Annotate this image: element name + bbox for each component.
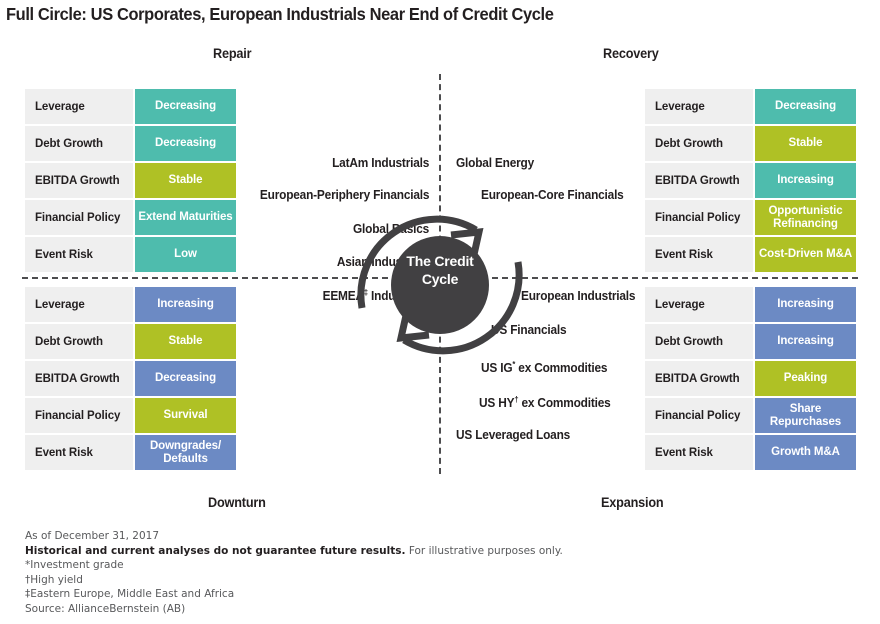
attribute-label: Financial Policy xyxy=(645,200,753,235)
attribute-label: Financial Policy xyxy=(25,398,133,433)
table-row: EBITDA Growth Decreasing xyxy=(25,361,236,396)
table-row: Leverage Decreasing xyxy=(25,89,236,124)
table-row: EBITDA Growth Peaking xyxy=(645,361,856,396)
footnote-disclaimer-bold: Historical and current analyses do not g… xyxy=(25,544,406,557)
attribute-label: Leverage xyxy=(645,89,753,124)
attribute-label: EBITDA Growth xyxy=(645,163,753,198)
attribute-label: EBITDA Growth xyxy=(25,163,133,198)
attribute-table-recovery: Leverage Decreasing Debt Growth Stable EBITD… xyxy=(645,89,856,272)
footnote-high-yield: †High yield xyxy=(25,573,83,586)
attribute-value: Increasing xyxy=(755,324,856,359)
quadrant-caption-downturn: Downturn xyxy=(208,495,266,510)
attribute-label: Leverage xyxy=(25,287,133,322)
attribute-label: Financial Policy xyxy=(645,398,753,433)
us-ig-suffix: ex Commodities xyxy=(515,361,608,375)
attribute-value: Survival xyxy=(135,398,236,433)
attribute-value: Cost-Driven M&A xyxy=(755,237,856,272)
attribute-value: Stable xyxy=(135,163,236,198)
attribute-value: Decreasing xyxy=(135,89,236,124)
table-row: Financial Policy Opportunistic Refinancin… xyxy=(645,200,856,235)
attribute-table-repair: Leverage Decreasing Debt Growth Decreasing E… xyxy=(25,89,236,272)
us-hy-suffix: ex Commodities xyxy=(518,396,611,410)
table-row: Event Risk Downgrades/ Defaults xyxy=(25,435,236,470)
attribute-label: Leverage xyxy=(25,89,133,124)
table-row: Debt Growth Decreasing xyxy=(25,126,236,161)
attribute-label: Event Risk xyxy=(25,237,133,272)
attribute-label: Debt Growth xyxy=(25,324,133,359)
table-row: Financial Policy Share Repurchases xyxy=(645,398,856,433)
us-hy-text: US HY xyxy=(479,396,515,410)
footnote-investment-grade: *Investment grade xyxy=(25,559,124,572)
attribute-value: Decreasing xyxy=(135,361,236,396)
attribute-value: Increasing xyxy=(755,287,856,322)
table-row: EBITDA Growth Stable xyxy=(25,163,236,198)
attribute-label: EBITDA Growth xyxy=(645,361,753,396)
attribute-label: Financial Policy xyxy=(25,200,133,235)
footnote-source: Source: AllianceBernstein (AB) xyxy=(25,602,186,615)
table-row: Debt Growth Stable xyxy=(25,324,236,359)
attribute-table-expansion: Leverage Increasing Debt Growth Increasing E… xyxy=(645,287,856,470)
cycle-center-disc xyxy=(391,236,489,334)
table-row: Leverage Increasing xyxy=(645,287,856,322)
footnote-disclaimer: Historical and current analyses do not g… xyxy=(25,544,725,559)
attribute-value: Growth M&A xyxy=(755,435,856,470)
table-row: Event Risk Cost-Driven M&A xyxy=(645,237,856,272)
table-row: Debt Growth Stable xyxy=(645,126,856,161)
quadrant-caption-recovery: Recovery xyxy=(603,46,659,61)
table-row: Leverage Decreasing xyxy=(645,89,856,124)
attribute-label: Event Risk xyxy=(645,237,753,272)
footnote-as-of: As of December 31, 2017 xyxy=(25,530,159,542)
attribute-label: Debt Growth xyxy=(645,324,753,359)
attribute-label: EBITDA Growth xyxy=(25,361,133,396)
cycle-label-us-leveraged-loans: US Leveraged Loans xyxy=(456,428,571,442)
cycle-label-european-industrials: European Industrials xyxy=(521,289,636,303)
attribute-value: Low xyxy=(135,237,236,272)
attribute-label: Event Risk xyxy=(25,435,133,470)
attribute-value: Increasing xyxy=(755,163,856,198)
table-row: Leverage Increasing xyxy=(25,287,236,322)
attribute-value: Decreasing xyxy=(135,126,236,161)
cycle-label-global-energy: Global Energy xyxy=(456,156,535,170)
attribute-value: Stable xyxy=(755,126,856,161)
table-row: Financial Policy Survival xyxy=(25,398,236,433)
attribute-value: Opportunistic Refinancing xyxy=(755,200,856,235)
cycle-label-latam-industrials: LatAm Industrials xyxy=(331,156,429,170)
quadrant-caption-repair: Repair xyxy=(213,46,252,61)
attribute-value: Decreasing xyxy=(755,89,856,124)
attribute-value: Peaking xyxy=(755,361,856,396)
credit-cycle-circle-graphic xyxy=(357,215,523,355)
page-title: Full Circle: US Corporates, European Ind… xyxy=(6,4,554,24)
attribute-value: Share Repurchases xyxy=(755,398,856,433)
table-row: Event Risk Growth M&A xyxy=(645,435,856,470)
footnote-disclaimer-rest: For illustrative purposes only. xyxy=(405,544,563,557)
footnotes: As of December 31, 2017 Historical and c… xyxy=(25,529,725,617)
attribute-label: Debt Growth xyxy=(645,126,753,161)
attribute-label: Debt Growth xyxy=(25,126,133,161)
table-row: Event Risk Low xyxy=(25,237,236,272)
quadrant-caption-expansion: Expansion xyxy=(601,495,664,510)
attribute-table-downturn: Leverage Increasing Debt Growth Stable EBITD… xyxy=(25,287,236,470)
attribute-value: Extend Maturities xyxy=(135,200,236,235)
attribute-value: Increasing xyxy=(135,287,236,322)
attribute-value: Downgrades/ Defaults xyxy=(135,435,236,470)
footnote-eemea: ‡Eastern Europe, Middle East and Africa xyxy=(25,588,235,601)
attribute-label: Event Risk xyxy=(645,435,753,470)
table-row: EBITDA Growth Increasing xyxy=(645,163,856,198)
table-row: Financial Policy Extend Maturities xyxy=(25,200,236,235)
table-row: Debt Growth Increasing xyxy=(645,324,856,359)
attribute-label: Leverage xyxy=(645,287,753,322)
credit-cycle-diagram: Full Circle: US Corporates, European Ind… xyxy=(0,0,880,624)
attribute-value: Stable xyxy=(135,324,236,359)
cycle-label-us-hy-ex-commodities: US HY† ex Commodities xyxy=(479,395,611,410)
